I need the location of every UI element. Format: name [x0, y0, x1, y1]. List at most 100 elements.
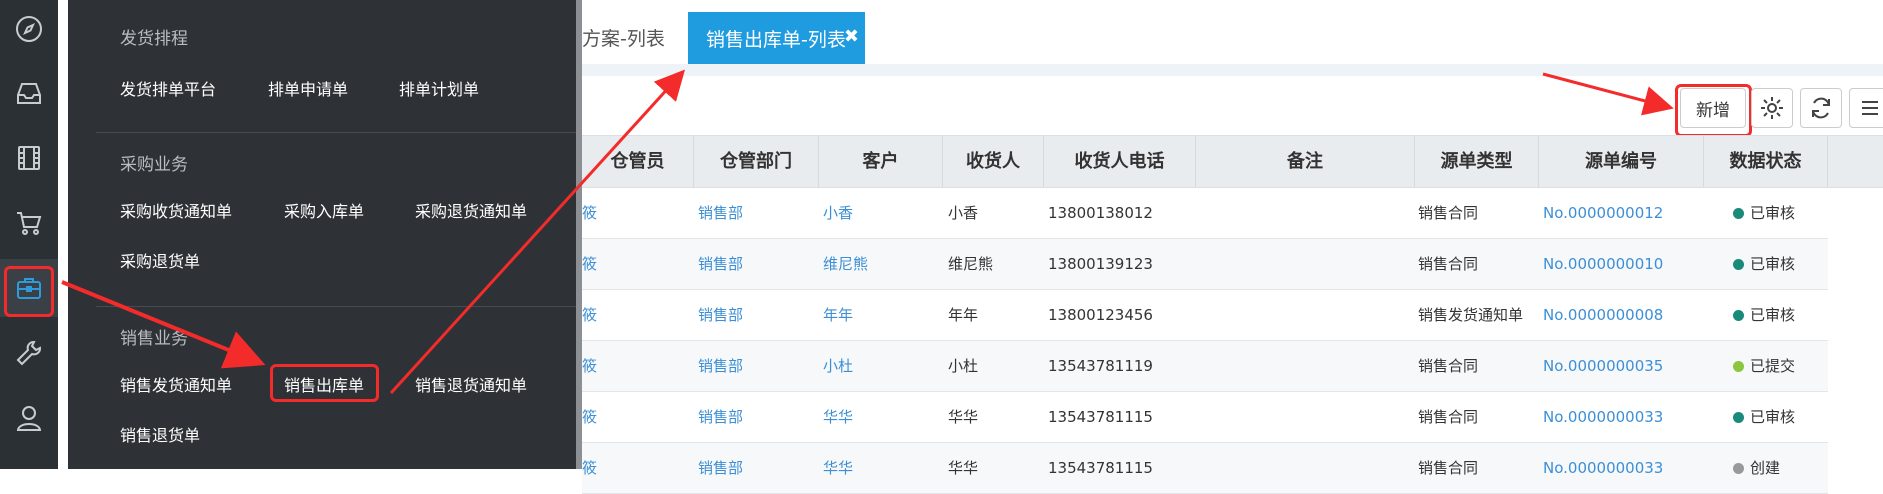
status-dot	[1733, 310, 1744, 321]
table-row[interactable]: 筱 销售部 小香 小香 13800138012 销售合同 No.00000000…	[582, 188, 1828, 239]
cell-keeper[interactable]: 筱	[582, 239, 597, 289]
rail-item-compass[interactable]	[0, 0, 58, 58]
refresh-button[interactable]	[1800, 88, 1842, 128]
column-header-customer[interactable]: 客户	[819, 136, 943, 187]
column-header-source-type[interactable]: 源单类型	[1415, 136, 1539, 187]
tab-previous[interactable]: 方案-列表	[582, 24, 665, 51]
table-row[interactable]: 筱 销售部 年年 年年 13800123456 销售发货通知单 No.00000…	[582, 290, 1828, 341]
cell-dept[interactable]: 销售部	[698, 290, 743, 340]
rail-item-wrench[interactable]	[0, 324, 58, 382]
cell-source-no[interactable]: No.0000000008	[1543, 290, 1663, 340]
inbox-icon	[17, 83, 41, 104]
cell-source-no[interactable]: No.0000000033	[1543, 443, 1663, 493]
column-header-phone[interactable]: 收货人电话	[1044, 136, 1196, 187]
cell-dept[interactable]: 销售部	[698, 188, 743, 238]
cell-source-no[interactable]: No.0000000033	[1543, 392, 1663, 442]
menu-item-purchase-return[interactable]: 采购退货单	[120, 248, 200, 272]
status-badge: 已审核	[1750, 306, 1796, 324]
cell-phone: 13543781119	[1048, 357, 1153, 375]
cell-status: 已审核	[1733, 392, 1795, 442]
cell-source-no[interactable]: No.0000000035	[1543, 341, 1663, 391]
menu-item-shipping-platform[interactable]: 发货排单平台	[120, 76, 216, 100]
menu-group-title-purchase: 采购业务	[120, 155, 188, 175]
menu-item-purchase-return-notice[interactable]: 采购退货通知单	[415, 198, 527, 222]
cell-customer[interactable]: 华华	[823, 392, 853, 442]
cell-phone: 13543781115	[1048, 459, 1153, 477]
cell-keeper[interactable]: 筱	[582, 290, 597, 340]
column-header-status[interactable]: 数据状态	[1704, 136, 1828, 187]
status-badge: 已审核	[1750, 255, 1796, 273]
cell-keeper[interactable]: 筱	[582, 443, 597, 493]
table-row[interactable]: 筱 销售部 华华 华华 13543781115 销售合同 No.00000000…	[582, 392, 1828, 443]
status-badge: 创建	[1750, 459, 1781, 477]
cell-keeper[interactable]: 筱	[582, 341, 597, 391]
menu-item-purchase-inbound[interactable]: 采购入库单	[284, 198, 364, 222]
cell-receiver: 维尼熊	[948, 255, 994, 273]
cell-dept[interactable]: 销售部	[698, 392, 743, 442]
cell-source-no[interactable]: No.0000000012	[1543, 188, 1663, 238]
cell-source-no[interactable]: No.0000000010	[1543, 239, 1663, 289]
cell-dept[interactable]: 销售部	[698, 239, 743, 289]
menu-group-title-sales: 销售业务	[120, 329, 188, 349]
close-icon[interactable]: ✖	[844, 26, 859, 47]
cell-source-type: 销售合同	[1418, 204, 1479, 222]
menu-item-shipping-request[interactable]: 排单申请单	[268, 76, 348, 100]
highlight-sales-outbound	[270, 364, 379, 402]
menu-item-sales-return-notice[interactable]: 销售退货通知单	[415, 372, 527, 396]
cell-source-type: 销售合同	[1418, 357, 1479, 375]
status-badge: 已审核	[1750, 204, 1796, 222]
cell-dept[interactable]: 销售部	[698, 443, 743, 493]
arrow-to-add-button	[1542, 72, 1674, 116]
columns-button[interactable]	[1849, 88, 1883, 128]
compass-icon	[16, 16, 42, 42]
cell-customer[interactable]: 年年	[823, 290, 853, 340]
rail-item-inbox[interactable]	[0, 64, 58, 122]
highlight-add-button	[1675, 84, 1752, 137]
cart-icon	[17, 212, 42, 235]
cell-source-type: 销售合同	[1418, 408, 1479, 426]
cell-source-type: 销售合同	[1418, 459, 1479, 477]
cell-customer[interactable]: 维尼熊	[823, 239, 868, 289]
menu-item-sales-shipping-notice[interactable]: 销售发货通知单	[120, 372, 232, 396]
column-header-keeper[interactable]: 仓管员	[582, 136, 694, 187]
refresh-icon	[1812, 97, 1830, 119]
rail-item-user[interactable]	[0, 389, 58, 447]
settings-button[interactable]	[1751, 88, 1793, 128]
menu-item-shipping-plan[interactable]: 排单计划单	[399, 76, 479, 100]
rail-item-cart[interactable]	[0, 194, 58, 252]
cell-dept[interactable]: 销售部	[698, 341, 743, 391]
cell-customer[interactable]: 华华	[823, 443, 853, 493]
highlight-briefcase	[4, 266, 54, 317]
cell-customer[interactable]: 小杜	[823, 341, 853, 391]
cell-phone: 13800139123	[1048, 255, 1153, 273]
column-header-source-no[interactable]: 源单编号	[1539, 136, 1704, 187]
menu-divider	[96, 132, 576, 133]
column-header-note[interactable]: 备注	[1196, 136, 1415, 187]
cell-customer[interactable]: 小香	[823, 188, 853, 238]
cell-keeper[interactable]: 筱	[582, 188, 597, 238]
cell-receiver: 年年	[948, 306, 979, 324]
tab-sales-outbound-list[interactable]: 销售出库单-列表 ✖	[688, 12, 865, 64]
list-icon	[1862, 101, 1878, 115]
menu-item-sales-return[interactable]: 销售退货单	[120, 422, 200, 446]
menu-divider	[96, 306, 576, 307]
rail-item-film[interactable]	[0, 129, 58, 187]
cell-receiver: 小杜	[948, 357, 979, 375]
table-header: 仓管员 仓管部门 客户 收货人 收货人电话 备注 源单类型 源单编号 数据状态	[582, 135, 1883, 188]
cell-phone: 13800138012	[1048, 204, 1153, 222]
table-row[interactable]: 筱 销售部 小杜 小杜 13543781119 销售合同 No.00000000…	[582, 341, 1828, 392]
wrench-icon	[16, 341, 41, 366]
cell-keeper[interactable]: 筱	[582, 392, 597, 442]
cell-status: 已提交	[1733, 341, 1795, 391]
cell-status: 已审核	[1733, 239, 1795, 289]
film-icon	[18, 146, 40, 170]
column-header-dept[interactable]: 仓管部门	[694, 136, 819, 187]
tab-label: 销售出库单-列表	[706, 28, 846, 51]
icon-rail	[0, 0, 58, 469]
column-header-receiver[interactable]: 收货人	[943, 136, 1044, 187]
cell-source-type: 销售发货通知单	[1418, 306, 1524, 324]
table-row[interactable]: 筱 销售部 维尼熊 维尼熊 13800139123 销售合同 No.000000…	[582, 239, 1828, 290]
cell-phone: 13800123456	[1048, 306, 1153, 324]
user-icon	[16, 406, 42, 431]
menu-item-purchase-receipt-notice[interactable]: 采购收货通知单	[120, 198, 232, 222]
